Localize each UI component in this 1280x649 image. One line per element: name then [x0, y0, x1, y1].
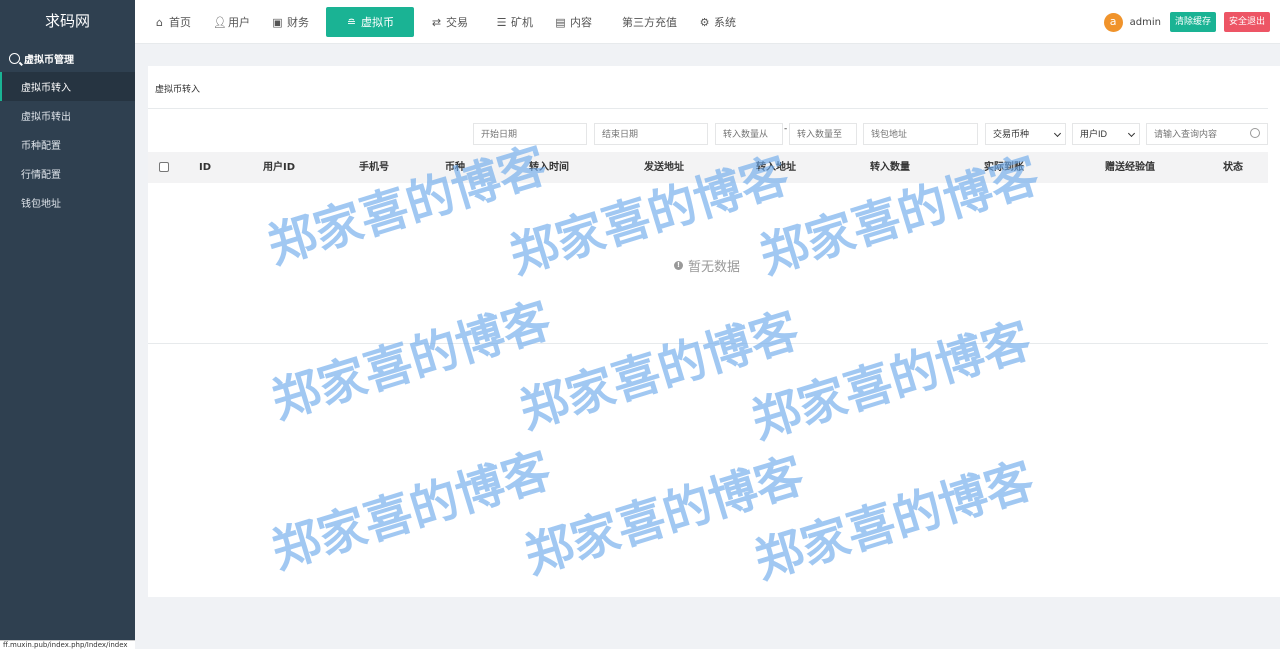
nav-virtual-coin[interactable]: ≘ 虚拟币: [326, 7, 414, 37]
amount-from-input[interactable]: [715, 123, 783, 145]
wallet-address-input[interactable]: [863, 123, 978, 145]
top-navbar: ⌂ 首页 👤︎ 用户 ▣ 财务 ≘ 虚拟币 ⇄ 交易 ☰ 矿机 ▤ 内容 第三方…: [135, 0, 1280, 44]
search-icon[interactable]: [1250, 128, 1260, 138]
server-icon: ☰: [496, 15, 507, 29]
nav-content[interactable]: ▤ 内容: [544, 7, 603, 37]
document-icon: ▤: [555, 15, 566, 29]
sidebar-item-coin-config[interactable]: 币种配置: [0, 130, 135, 159]
sidebar-group-header[interactable]: 虚拟币管理: [0, 44, 135, 72]
nav-finance[interactable]: ▣ 财务: [261, 7, 320, 37]
nav-virtual-coin-label: 虚拟币: [361, 16, 394, 29]
nav-third-party-label: 第三方充值: [622, 16, 677, 29]
start-date-input[interactable]: [473, 123, 587, 145]
search-icon: [9, 52, 20, 64]
nav-home-label: 首页: [169, 16, 191, 29]
end-date-input[interactable]: [594, 123, 708, 145]
user-area: a admin 清除缓存 安全退出: [1103, 0, 1280, 44]
sidebar-item-wallet-address[interactable]: 钱包地址: [0, 188, 135, 217]
page-title: 虚拟币转入: [155, 85, 201, 95]
select-all-checkbox[interactable]: [159, 162, 169, 172]
col-send-address[interactable]: 发送地址: [630, 152, 698, 183]
col-phone[interactable]: 手机号: [343, 152, 405, 183]
nav-finance-label: 财务: [287, 16, 309, 29]
exchange-icon: ⇄: [431, 15, 442, 29]
col-user-id[interactable]: 用户ID: [248, 152, 310, 183]
status-bar-url: ff.muxin.pub/index.php/Index/index: [0, 640, 135, 649]
sidebar-item-market-config[interactable]: 行情配置: [0, 159, 135, 188]
user-icon: 👤︎: [213, 15, 227, 29]
nav-user[interactable]: 👤︎ 用户: [202, 7, 261, 37]
gear-icon: ⚙: [699, 15, 710, 29]
nav-third-party-recharge[interactable]: 第三方充值: [611, 7, 688, 37]
sidebar-item-coin-in[interactable]: 虚拟币转入: [0, 72, 135, 101]
coin-select[interactable]: 交易币种: [985, 123, 1066, 145]
col-status[interactable]: 状态: [1210, 152, 1256, 183]
nav-home[interactable]: ⌂ 首页: [143, 7, 202, 37]
main-nav: ⌂ 首页 👤︎ 用户 ▣ 财务 ≘ 虚拟币 ⇄ 交易 ☰ 矿机 ▤ 内容 第三方…: [143, 0, 747, 44]
database-icon: ≘: [346, 15, 357, 29]
empty-state: ! 暂无数据: [674, 256, 740, 275]
col-in-address[interactable]: 转入地址: [742, 152, 810, 183]
table-bottom-border: [148, 343, 1268, 344]
nav-system-label: 系统: [714, 16, 736, 29]
nav-trade-label: 交易: [446, 16, 468, 29]
empty-text: 暂无数据: [688, 260, 741, 275]
col-coin[interactable]: 币种: [430, 152, 480, 183]
logout-button[interactable]: 安全退出: [1223, 12, 1270, 32]
content-panel: 虚拟币转入 - 交易币种 用户ID ID 用户ID 手机号 币种 转入时间 发送…: [148, 66, 1280, 597]
nav-system[interactable]: ⚙ 系统: [688, 7, 747, 37]
info-icon: !: [674, 261, 683, 270]
finance-icon: ▣: [272, 15, 283, 29]
nav-miner-label: 矿机: [511, 16, 533, 29]
sidebar-group-label: 虚拟币管理: [24, 54, 74, 66]
sidebar-item-coin-out[interactable]: 虚拟币转出: [0, 101, 135, 130]
field-select[interactable]: 用户ID: [1072, 123, 1140, 145]
home-icon: ⌂: [156, 15, 163, 29]
avatar[interactable]: a: [1103, 12, 1123, 32]
nav-trade[interactable]: ⇄ 交易: [420, 7, 479, 37]
col-actual-received[interactable]: 实际到账: [970, 152, 1038, 183]
range-dash: -: [784, 124, 788, 134]
nav-user-label: 用户: [228, 16, 250, 29]
divider: [148, 108, 1268, 109]
col-in-time[interactable]: 转入时间: [515, 152, 583, 183]
nav-miner[interactable]: ☰ 矿机: [485, 7, 544, 37]
clear-cache-button[interactable]: 清除缓存: [1169, 12, 1216, 32]
amount-to-input[interactable]: [789, 123, 857, 145]
sidebar: 求码网 虚拟币管理 虚拟币转入 虚拟币转出 币种配置 行情配置 钱包地址: [0, 0, 135, 649]
nav-content-label: 内容: [570, 16, 592, 29]
col-bonus-exp[interactable]: 赠送经验值: [1090, 152, 1170, 183]
table-header: ID 用户ID 手机号 币种 转入时间 发送地址 转入地址 转入数量 实际到账 …: [148, 152, 1268, 183]
col-id[interactable]: ID: [188, 152, 222, 183]
col-in-amount[interactable]: 转入数量: [856, 152, 924, 183]
username[interactable]: admin: [1130, 17, 1161, 28]
app-logo[interactable]: 求码网: [0, 0, 135, 44]
